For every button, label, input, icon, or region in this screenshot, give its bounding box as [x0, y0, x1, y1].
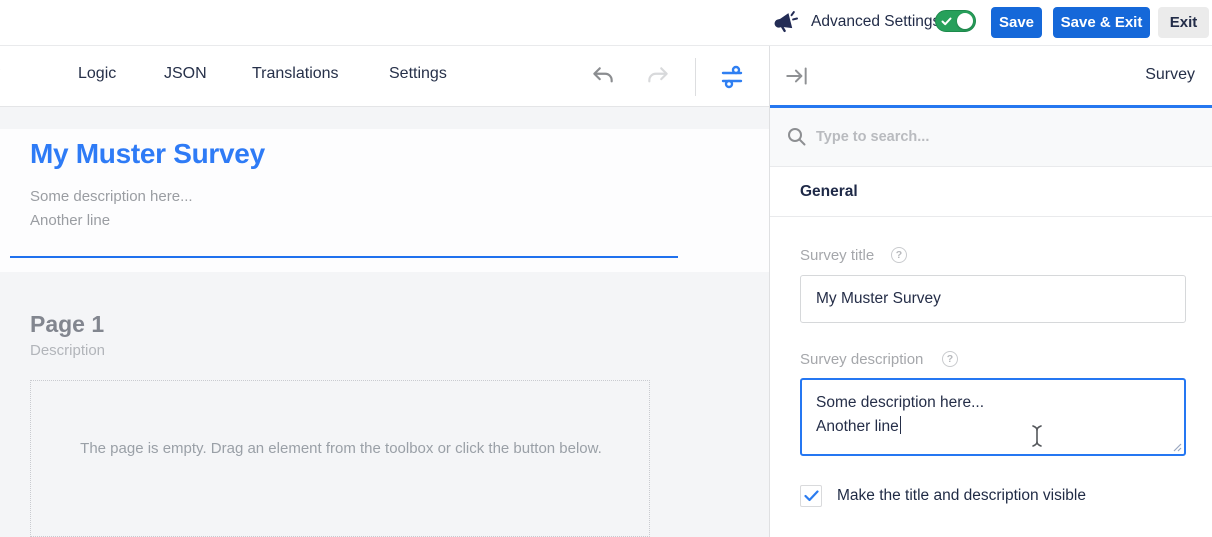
survey-description-field-label: Survey description	[800, 351, 923, 368]
survey-title-field-label: Survey title	[800, 247, 874, 264]
empty-page-message: The page is empty. Drag an element from …	[61, 436, 621, 461]
creator-tab-strip: view Logic JSON Translations Settings	[0, 46, 769, 107]
property-search-input[interactable]	[816, 122, 1196, 152]
section-general[interactable]: General	[770, 167, 1212, 217]
survey-description-textarea[interactable]: Some description here... Another line	[800, 378, 1186, 456]
advanced-settings-label: Advanced Settings	[811, 13, 940, 31]
textarea-line: Some description here...	[816, 391, 1170, 415]
textarea-resize-handle[interactable]	[1172, 442, 1182, 452]
toggle-knob	[957, 13, 973, 29]
toolbar-divider	[695, 58, 696, 96]
theme-settings-button[interactable]	[717, 62, 747, 92]
search-icon	[786, 126, 808, 148]
visibility-checkbox-row[interactable]: Make the title and description visible	[800, 485, 1086, 507]
survey-title-help-icon[interactable]: ?	[891, 247, 907, 263]
visibility-checkbox[interactable]	[800, 485, 822, 507]
megaphone-icon	[770, 7, 800, 37]
survey-title-input[interactable]	[800, 275, 1186, 323]
collapse-arrow-icon	[784, 63, 810, 89]
collapse-panel-button[interactable]	[784, 61, 814, 91]
textarea-line: Another line	[816, 415, 1170, 439]
tab-json[interactable]: JSON	[164, 65, 207, 83]
survey-description-help-icon[interactable]: ?	[942, 351, 958, 367]
survey-header-underline	[10, 256, 678, 258]
tab-settings[interactable]: Settings	[389, 65, 447, 83]
top-action-bar: Advanced Settings Save Save & Exit Exit	[0, 0, 1212, 46]
toggle-check-icon	[941, 16, 952, 27]
redo-button[interactable]	[645, 62, 675, 92]
undo-icon	[590, 64, 616, 90]
canvas-page-title[interactable]: Page 1	[30, 311, 104, 338]
canvas-page-description[interactable]: Description	[30, 342, 105, 359]
property-panel-header: Survey	[770, 46, 1212, 105]
property-search-row	[770, 108, 1212, 167]
canvas-survey-title[interactable]: My Muster Survey	[30, 138, 265, 170]
save-button[interactable]: Save	[991, 7, 1042, 38]
survey-creator-app: Advanced Settings Save Save & Exit Exit …	[0, 0, 1212, 537]
section-general-label: General	[800, 183, 858, 201]
save-and-exit-button[interactable]: Save & Exit	[1053, 7, 1150, 38]
advanced-settings-toggle[interactable]	[935, 10, 976, 32]
sliders-icon	[717, 62, 747, 92]
property-panel-title: Survey	[1145, 66, 1195, 84]
tab-logic[interactable]: Logic	[78, 65, 116, 83]
empty-page-dropzone[interactable]: The page is empty. Drag an element from …	[30, 380, 650, 537]
survey-header-band[interactable]: My Muster Survey Some description here..…	[0, 129, 769, 272]
design-surface: My Muster Survey Some description here..…	[0, 107, 769, 537]
tab-translations[interactable]: Translations	[252, 65, 339, 83]
mouse-ibeam-cursor	[1030, 424, 1044, 448]
canvas-survey-description[interactable]: Some description here... Another line	[30, 185, 193, 233]
text-caret	[900, 416, 902, 434]
visibility-checkbox-label: Make the title and description visible	[837, 487, 1086, 505]
property-grid-panel: Survey General Survey title ? Survey des…	[770, 46, 1212, 537]
exit-button[interactable]: Exit	[1158, 7, 1209, 38]
redo-icon	[645, 64, 671, 90]
checkbox-check-icon	[804, 490, 819, 502]
undo-button[interactable]	[590, 62, 620, 92]
